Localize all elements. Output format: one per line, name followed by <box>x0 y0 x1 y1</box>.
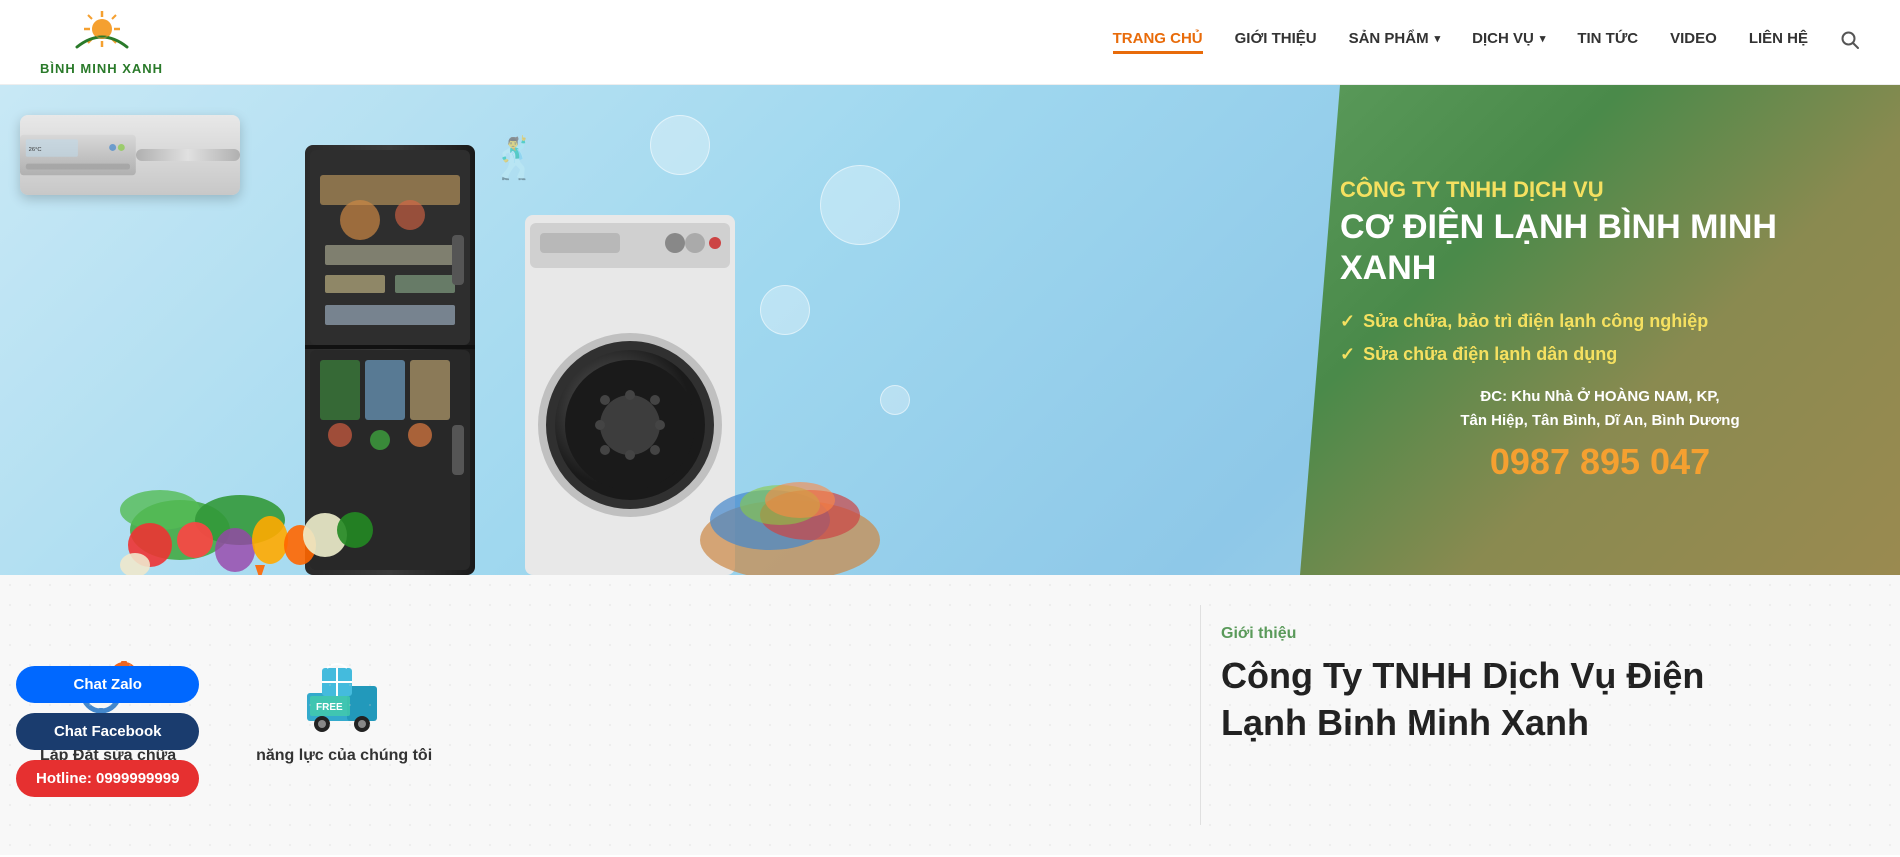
nav-san-pham[interactable]: SẢN PHẨM <box>1349 30 1441 54</box>
chat-hotline-button[interactable]: Hotline: 0999999999 <box>16 760 199 797</box>
header: BÌNH MINH XANH TRANG CHỦ GIỚI THIỆU SẢN … <box>0 0 1900 85</box>
nav-trang-chu[interactable]: TRANG CHỦ <box>1113 30 1203 54</box>
logo-text: BÌNH MINH XANH <box>40 61 163 76</box>
chat-facebook-button[interactable]: Chat Facebook <box>16 713 199 750</box>
banner-info-panel: CÔNG TY TNHH DỊCH VỤ CƠ ĐIỆN LẠNH BÌNH M… <box>1300 85 1900 575</box>
search-icon[interactable] <box>1840 30 1860 55</box>
vegetables-image <box>100 410 380 575</box>
nav: TRANG CHỦ GIỚI THIỆU SẢN PHẨM DỊCH VỤ TI… <box>1113 30 1860 55</box>
banner-address: ĐC: Khu Nhà Ở HOÀNG NAM, KP, Tân Hiệp, T… <box>1340 385 1860 433</box>
banner-subtitle: CÔNG TY TNHH DỊCH VỤ <box>1340 177 1860 203</box>
ac-unit-image: 26°C <box>20 115 240 195</box>
service-item-delivery: FREE năng lực của chúng tôi <box>256 645 432 765</box>
banner-feature-1: Sửa chữa, bảo trì điện lạnh công nghiệp <box>1340 311 1860 332</box>
logo-icon <box>67 9 137 59</box>
nav-lien-he[interactable]: LIÊN HỆ <box>1749 30 1808 54</box>
below-banner-section: Lắp Đặt sửa chữa <box>0 575 1900 855</box>
intro-label: Giới thiệu <box>1221 625 1850 643</box>
svg-text:FREE: FREE <box>316 702 343 713</box>
logo[interactable]: BÌNH MINH XANH <box>40 9 163 76</box>
nav-video[interactable]: VIDEO <box>1670 30 1717 54</box>
banner-appliances: 26°C 🕺 <box>0 85 1300 575</box>
banner: 26°C 🕺 <box>0 85 1900 575</box>
chat-buttons-group: Chat Zalo Chat Facebook Hotline: 0999999… <box>16 666 199 797</box>
banner-title: CƠ ĐIỆN LẠNH BÌNH MINH XANH <box>1340 207 1860 289</box>
nav-dich-vu[interactable]: DỊCH VỤ <box>1472 30 1545 54</box>
banner-feature-2: Sửa chữa điện lạnh dân dụng <box>1340 344 1860 365</box>
dancer-figure: 🕺 <box>490 135 540 182</box>
banner-phone[interactable]: 0987 895 047 <box>1340 441 1860 483</box>
intro-title: Công Ty TNHH Dịch Vụ Điện Lạnh Binh Minh… <box>1221 653 1850 747</box>
intro-section: Giới thiệu Công Ty TNHH Dịch Vụ Điện Lạn… <box>1200 605 1900 825</box>
service-icon-gift-truck: FREE <box>299 645 389 735</box>
nav-tin-tuc[interactable]: TIN TỨC <box>1577 30 1638 54</box>
nav-gioi-thieu[interactable]: GIỚI THIỆU <box>1235 30 1317 54</box>
chat-zalo-button[interactable]: Chat Zalo <box>16 666 199 703</box>
svg-text:26°C: 26°C <box>29 147 42 153</box>
laundry-image <box>690 420 890 575</box>
service-label-delivery: năng lực của chúng tôi <box>256 747 432 765</box>
